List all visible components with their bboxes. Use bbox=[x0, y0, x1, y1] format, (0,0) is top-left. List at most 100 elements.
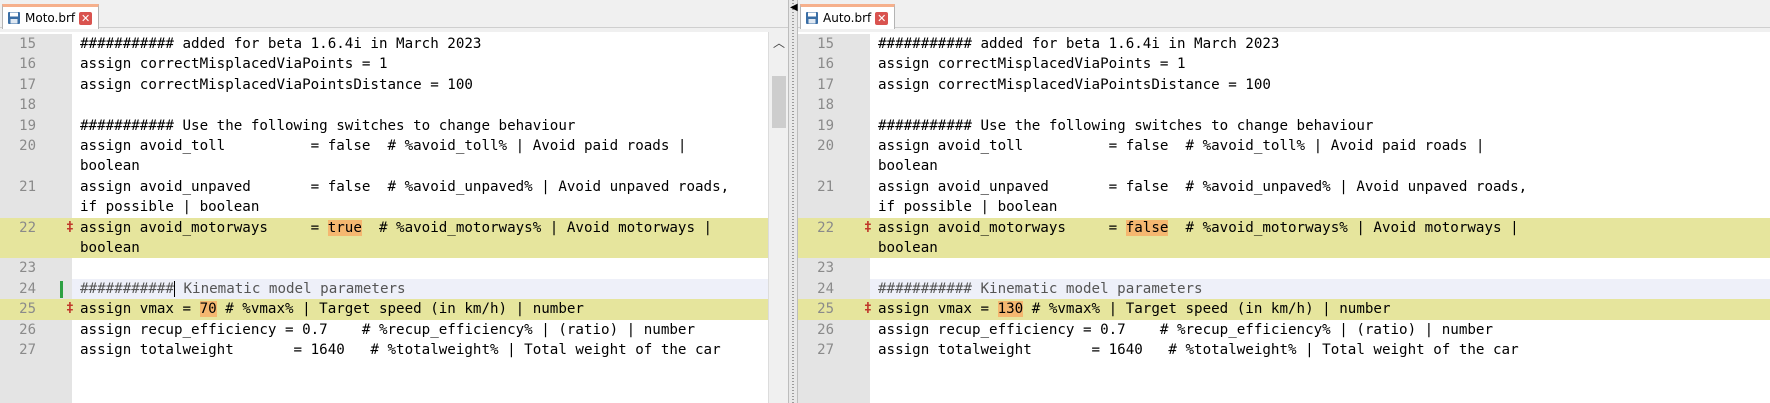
changed-code-line-wrap: boolean bbox=[0, 238, 788, 259]
line-number: 20 bbox=[19, 138, 36, 154]
code-line: 19 ########### Use the following switche… bbox=[798, 115, 1770, 136]
code-line-wrap: if possible | boolean bbox=[0, 197, 788, 218]
code-line: 23 bbox=[798, 258, 1770, 279]
code-line-wrap: boolean bbox=[0, 156, 788, 177]
code-line: 23 bbox=[0, 258, 788, 279]
code-line: 27 assign totalweight = 1640 # %totalwei… bbox=[798, 340, 1770, 361]
code-text: ########### Kinematic model parameters bbox=[80, 280, 406, 297]
line-number: 15 bbox=[19, 36, 36, 52]
tab-auto-brf[interactable]: Auto.brf ✕ bbox=[800, 4, 896, 29]
line-number: 23 bbox=[817, 260, 834, 277]
line-number: 20 bbox=[817, 138, 834, 154]
line-number: 16 bbox=[817, 56, 834, 73]
scrollbar-thumb[interactable] bbox=[772, 76, 786, 128]
close-icon[interactable]: ✕ bbox=[875, 11, 889, 25]
code-text: assign correctMisplacedViaPoints = 1 bbox=[878, 56, 1186, 73]
code-text: assign correctMisplacedViaPointsDistance… bbox=[878, 76, 1271, 93]
line-number: 25 bbox=[19, 301, 36, 318]
code-text: ########### Use the following switches t… bbox=[878, 117, 1374, 134]
tab-label: Auto.brf bbox=[823, 11, 872, 25]
code-text: assign avoid_toll = false # %avoid_toll%… bbox=[878, 138, 1485, 154]
code-text: boolean bbox=[80, 158, 140, 175]
chevron-up-icon[interactable]: ︿ bbox=[769, 34, 788, 51]
line-number: 23 bbox=[19, 260, 36, 277]
code-text: boolean bbox=[878, 240, 938, 256]
right-editor-pane: Auto.brf ✕ 15 ########### added for beta… bbox=[798, 0, 1770, 403]
code-text: ########### added for beta 1.6.4i in Mar… bbox=[878, 36, 1280, 52]
save-disk-icon bbox=[8, 12, 20, 24]
left-editor-pane: Moto.brf ✕ 15 ########### added for beta… bbox=[0, 0, 788, 403]
tab-moto-brf[interactable]: Moto.brf ✕ bbox=[2, 4, 100, 29]
code-line: 17 assign correctMisplacedViaPointsDista… bbox=[798, 74, 1770, 96]
code-text: assign avoid_motorways = false # %avoid_… bbox=[878, 219, 1519, 236]
code-line-wrap: if possible | boolean bbox=[798, 197, 1770, 218]
code-text: if possible | boolean bbox=[878, 199, 1058, 216]
code-line: 26 assign recup_efficiency = 0.7 # %recu… bbox=[0, 319, 788, 340]
code-line: 15 ########### added for beta 1.6.4i in … bbox=[0, 34, 788, 55]
line-number: 15 bbox=[817, 36, 834, 52]
close-icon[interactable]: ✕ bbox=[79, 11, 93, 25]
line-number: 21 bbox=[817, 178, 834, 195]
line-number: 22 bbox=[817, 219, 834, 236]
code-text: ########### Kinematic model parameters bbox=[878, 280, 1203, 297]
changed-code-line: 22 ‡ assign avoid_motorways = true # %av… bbox=[0, 217, 788, 238]
line-number: 17 bbox=[19, 76, 36, 93]
diff-change-icon: ‡ bbox=[864, 219, 872, 235]
code-line: 16 assign correctMisplacedViaPoints = 1 bbox=[0, 54, 788, 75]
right-code-editor[interactable]: 15 ########### added for beta 1.6.4i in … bbox=[798, 32, 1770, 403]
tab-label: Moto.brf bbox=[25, 11, 76, 25]
changed-code-line: 25 ‡ assign vmax = 130 # %vmax% | Target… bbox=[798, 299, 1770, 320]
changed-code-line-wrap: boolean bbox=[798, 238, 1770, 259]
line-number: 24 bbox=[817, 280, 834, 297]
code-line: 20 assign avoid_toll = false # %avoid_to… bbox=[0, 136, 788, 157]
code-line: 20 assign avoid_toll = false # %avoid_to… bbox=[798, 136, 1770, 157]
line-number: 27 bbox=[19, 342, 36, 358]
code-text: assign avoid_unpaved = false # %avoid_un… bbox=[80, 178, 730, 195]
diff-change-icon: ‡ bbox=[66, 219, 74, 235]
left-vertical-scrollbar[interactable]: ︿ bbox=[768, 32, 788, 403]
current-code-line: 24 ########### Kinematic model parameter… bbox=[798, 278, 1770, 300]
code-text: assign recup_efficiency = 0.7 # %recup_e… bbox=[878, 321, 1493, 338]
code-line: 26 assign recup_efficiency = 0.7 # %recu… bbox=[798, 319, 1770, 340]
code-line: 27 assign totalweight = 1640 # %totalwei… bbox=[0, 340, 788, 361]
code-text: ########### added for beta 1.6.4i in Mar… bbox=[80, 36, 482, 52]
right-tab-bar: Auto.brf ✕ bbox=[798, 0, 1770, 29]
line-number: 26 bbox=[19, 321, 36, 338]
code-text: boolean bbox=[878, 158, 938, 175]
line-number: 26 bbox=[817, 321, 834, 338]
code-text: assign totalweight = 1640 # %totalweight… bbox=[878, 342, 1519, 358]
code-line-wrap: boolean bbox=[798, 156, 1770, 177]
diff-highlight: false bbox=[1125, 219, 1169, 236]
line-number: 17 bbox=[817, 76, 834, 93]
code-text: assign avoid_toll = false # %avoid_toll%… bbox=[80, 138, 687, 154]
splitter-grip bbox=[792, 0, 794, 403]
left-code-editor[interactable]: 15 ########### added for beta 1.6.4i in … bbox=[0, 32, 788, 403]
code-text: assign recup_efficiency = 0.7 # %recup_e… bbox=[80, 321, 695, 338]
changed-code-line: 25 ‡ assign vmax = 70 # %vmax% | Target … bbox=[0, 299, 788, 320]
save-disk-icon bbox=[806, 12, 818, 24]
pane-splitter[interactable]: ◀ bbox=[788, 0, 798, 403]
code-text: assign vmax = 130 # %vmax% | Target spee… bbox=[878, 301, 1391, 318]
left-tab-bar: Moto.brf ✕ bbox=[0, 0, 788, 29]
diff-change-icon: ‡ bbox=[66, 301, 74, 317]
line-number: 27 bbox=[817, 342, 834, 358]
line-number: 22 bbox=[19, 219, 36, 236]
modified-indicator bbox=[60, 280, 63, 298]
line-number: 16 bbox=[19, 56, 36, 73]
code-line: 15 ########### added for beta 1.6.4i in … bbox=[798, 34, 1770, 55]
code-line: 18 bbox=[798, 95, 1770, 116]
code-text: assign correctMisplacedViaPointsDistance… bbox=[80, 76, 473, 93]
code-line: 17 assign correctMisplacedViaPointsDista… bbox=[0, 74, 788, 96]
diff-highlight: true bbox=[327, 219, 362, 236]
code-text: assign correctMisplacedViaPoints = 1 bbox=[80, 56, 388, 73]
line-number: 19 bbox=[817, 117, 834, 134]
gutter-fill bbox=[0, 360, 72, 403]
code-text: assign avoid_motorways = true # %avoid_m… bbox=[80, 219, 713, 236]
gutter-fill bbox=[798, 360, 870, 403]
code-text: boolean bbox=[80, 240, 140, 256]
code-line: 21 assign avoid_unpaved = false # %avoid… bbox=[798, 176, 1770, 198]
code-line: 21 assign avoid_unpaved = false # %avoid… bbox=[0, 176, 788, 198]
line-number: 19 bbox=[19, 117, 36, 134]
current-code-line: 24 ########### Kinematic model parameter… bbox=[0, 278, 788, 300]
code-text: assign vmax = 70 # %vmax% | Target speed… bbox=[80, 301, 584, 318]
